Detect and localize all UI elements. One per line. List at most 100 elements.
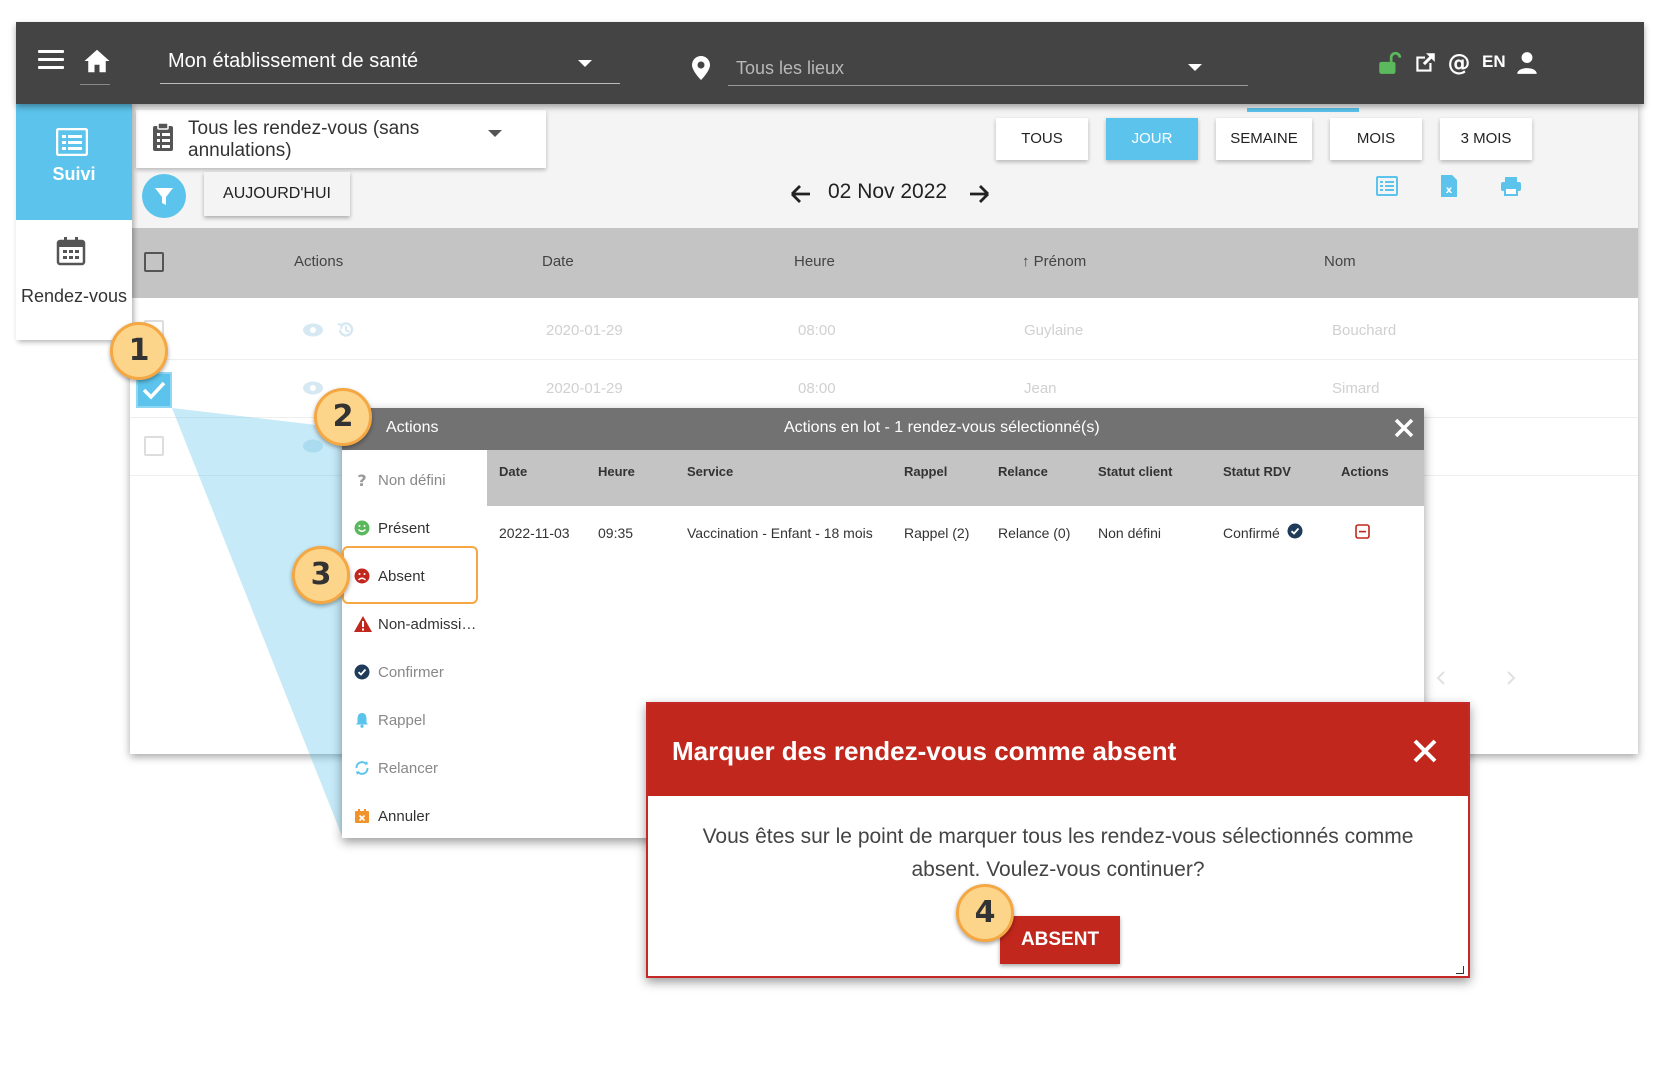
absent-button[interactable]: ABSENT — [1000, 916, 1120, 964]
row-checkbox[interactable] — [144, 436, 164, 456]
appointment-filter-select[interactable]: Tous les rendez-vous (sans annulations) — [136, 110, 546, 168]
establishment-select[interactable]: Mon établissement de santé — [160, 44, 620, 84]
toolbar: Tous les rendez-vous (sans annulations) … — [130, 104, 1638, 228]
svg-text:x: x — [1446, 185, 1453, 196]
column-header-heure[interactable]: Heure — [794, 253, 835, 270]
batch-row-relance: Relance (0) — [998, 525, 1071, 541]
batch-actions-header: Actions Actions en lot - 1 rendez-vous s… — [342, 408, 1424, 450]
select-all-checkbox[interactable] — [144, 252, 164, 272]
column-header-label: Prénom — [1033, 253, 1087, 270]
column-header-heure: Heure — [598, 464, 635, 479]
confirm-absent-dialog: Marquer des rendez-vous comme absent Vou… — [646, 702, 1470, 978]
view-3mois-button[interactable]: 3 MOIS — [1440, 118, 1532, 160]
excel-export-icon[interactable]: x — [1440, 174, 1458, 203]
column-header-actions: Actions — [1341, 464, 1389, 479]
sidebar-item-label: Rendez-vous — [20, 286, 128, 306]
location-placeholder: Tous les lieux — [736, 58, 845, 78]
confirm-dialog-header: Marquer des rendez-vous comme absent — [648, 704, 1468, 796]
table-header: Actions Date Heure ↑ Prénom Nom — [130, 228, 1638, 298]
batch-row-statut-rdv: Confirmé — [1223, 525, 1280, 541]
check-circle-icon — [1287, 523, 1303, 544]
list-icon — [55, 127, 89, 161]
warning-icon — [354, 616, 372, 632]
print-icon[interactable] — [1500, 176, 1522, 201]
filter-button[interactable] — [142, 174, 186, 218]
current-date: 02 Nov 2022 — [828, 180, 948, 203]
user-icon[interactable] — [1514, 50, 1540, 76]
home-icon[interactable] — [82, 46, 112, 76]
column-header-service: Service — [687, 464, 734, 479]
history-icon[interactable] — [336, 320, 356, 345]
action-non-admissible[interactable]: Non-admissi… — [342, 600, 487, 648]
hamburger-menu-icon[interactable] — [38, 50, 64, 70]
resize-handle[interactable] — [1456, 966, 1464, 974]
location-pin-icon — [692, 56, 710, 80]
establishment-value: Mon établissement de santé — [168, 50, 419, 72]
active-view-indicator — [1247, 108, 1359, 112]
column-header-relance: Relance — [998, 464, 1048, 479]
arrow-left-icon[interactable] — [790, 184, 812, 204]
action-annuler[interactable]: Annuler — [342, 792, 487, 840]
chevron-down-icon — [578, 60, 592, 67]
view-mois-button[interactable]: MOIS — [1330, 118, 1422, 160]
sidebar-item-label: Suivi — [52, 164, 96, 184]
row-heure: 08:00 — [798, 380, 836, 397]
external-link-icon[interactable] — [1412, 50, 1438, 76]
action-confirmer[interactable]: Confirmer — [342, 648, 487, 696]
action-present[interactable]: Présent — [342, 504, 487, 552]
row-date: 2020-01-29 — [546, 322, 623, 339]
action-rappel[interactable]: Rappel — [342, 696, 487, 744]
top-bar: Mon établissement de santé Tous les lieu… — [16, 22, 1644, 104]
close-icon[interactable] — [1392, 416, 1416, 440]
view-tous-button[interactable]: TOUS — [996, 118, 1088, 160]
batch-row-service: Vaccination - Enfant - 18 mois — [687, 525, 873, 541]
action-relancer[interactable]: Relancer — [342, 744, 487, 792]
column-header-statut-rdv: Statut RDV — [1223, 464, 1291, 479]
list-export-icon[interactable] — [1376, 176, 1398, 201]
column-header-actions: Actions — [294, 253, 344, 270]
action-label: Présent — [378, 520, 430, 537]
view-jour-button[interactable]: JOUR — [1106, 118, 1198, 160]
check-circle-icon — [354, 664, 370, 680]
home-underline — [80, 84, 110, 85]
view-semaine-button[interactable]: SEMAINE — [1216, 118, 1312, 160]
language-toggle[interactable]: EN — [1482, 52, 1506, 78]
svg-text:?: ? — [357, 472, 366, 488]
arrow-right-icon[interactable] — [968, 184, 990, 204]
chevron-down-icon — [1188, 64, 1202, 71]
step-badge-4: 4 — [956, 884, 1014, 942]
column-header-date[interactable]: Date — [542, 253, 574, 270]
at-sign-icon[interactable]: @ — [1446, 50, 1472, 77]
chevron-right-icon[interactable] — [1506, 670, 1516, 691]
action-label: Relancer — [378, 760, 439, 777]
step-badge-2: 2 — [314, 388, 372, 446]
column-header-nom[interactable]: Nom — [1324, 253, 1356, 270]
unlock-icon[interactable] — [1376, 50, 1402, 76]
batch-table-header: Date Heure Service Rappel Relance Statut… — [487, 450, 1424, 506]
eye-icon[interactable] — [302, 322, 324, 343]
absent-highlight — [342, 546, 478, 604]
funnel-icon — [155, 188, 173, 205]
action-label: Rappel — [378, 712, 426, 729]
action-non-defini[interactable]: ? Non défini — [342, 456, 487, 504]
table-row[interactable]: 2020-01-29 08:00 Guylaine Bouchard — [130, 302, 1638, 360]
sort-ascending-icon: ↑ — [1022, 253, 1030, 270]
sidebar-item-rendez-vous[interactable]: Rendez-vous — [16, 220, 132, 340]
sidebar-item-suivi[interactable]: Suivi — [16, 104, 132, 220]
batch-row-statut-client: Non défini — [1098, 525, 1162, 541]
chevron-left-icon[interactable] — [1436, 670, 1446, 691]
close-icon[interactable] — [1412, 738, 1438, 764]
batch-row-rappel: Rappel (2) — [904, 525, 970, 541]
row-heure: 08:00 — [798, 322, 836, 339]
appointment-filter-value: Tous les rendez-vous (sans annulations) — [188, 118, 420, 161]
column-header-statut-client: Statut client — [1098, 464, 1173, 479]
column-header-prenom[interactable]: ↑ Prénom — [1022, 253, 1086, 270]
location-select[interactable]: Tous les lieux — [728, 48, 1248, 86]
row-nom: Simard — [1332, 380, 1380, 397]
remove-icon[interactable] — [1355, 524, 1370, 544]
today-button[interactable]: AUJOURD'HUI — [204, 172, 350, 216]
eye-icon[interactable] — [302, 438, 324, 459]
row-date: 2020-01-29 — [546, 380, 623, 397]
row-prenom: Jean — [1024, 380, 1057, 397]
bell-icon — [354, 712, 370, 728]
